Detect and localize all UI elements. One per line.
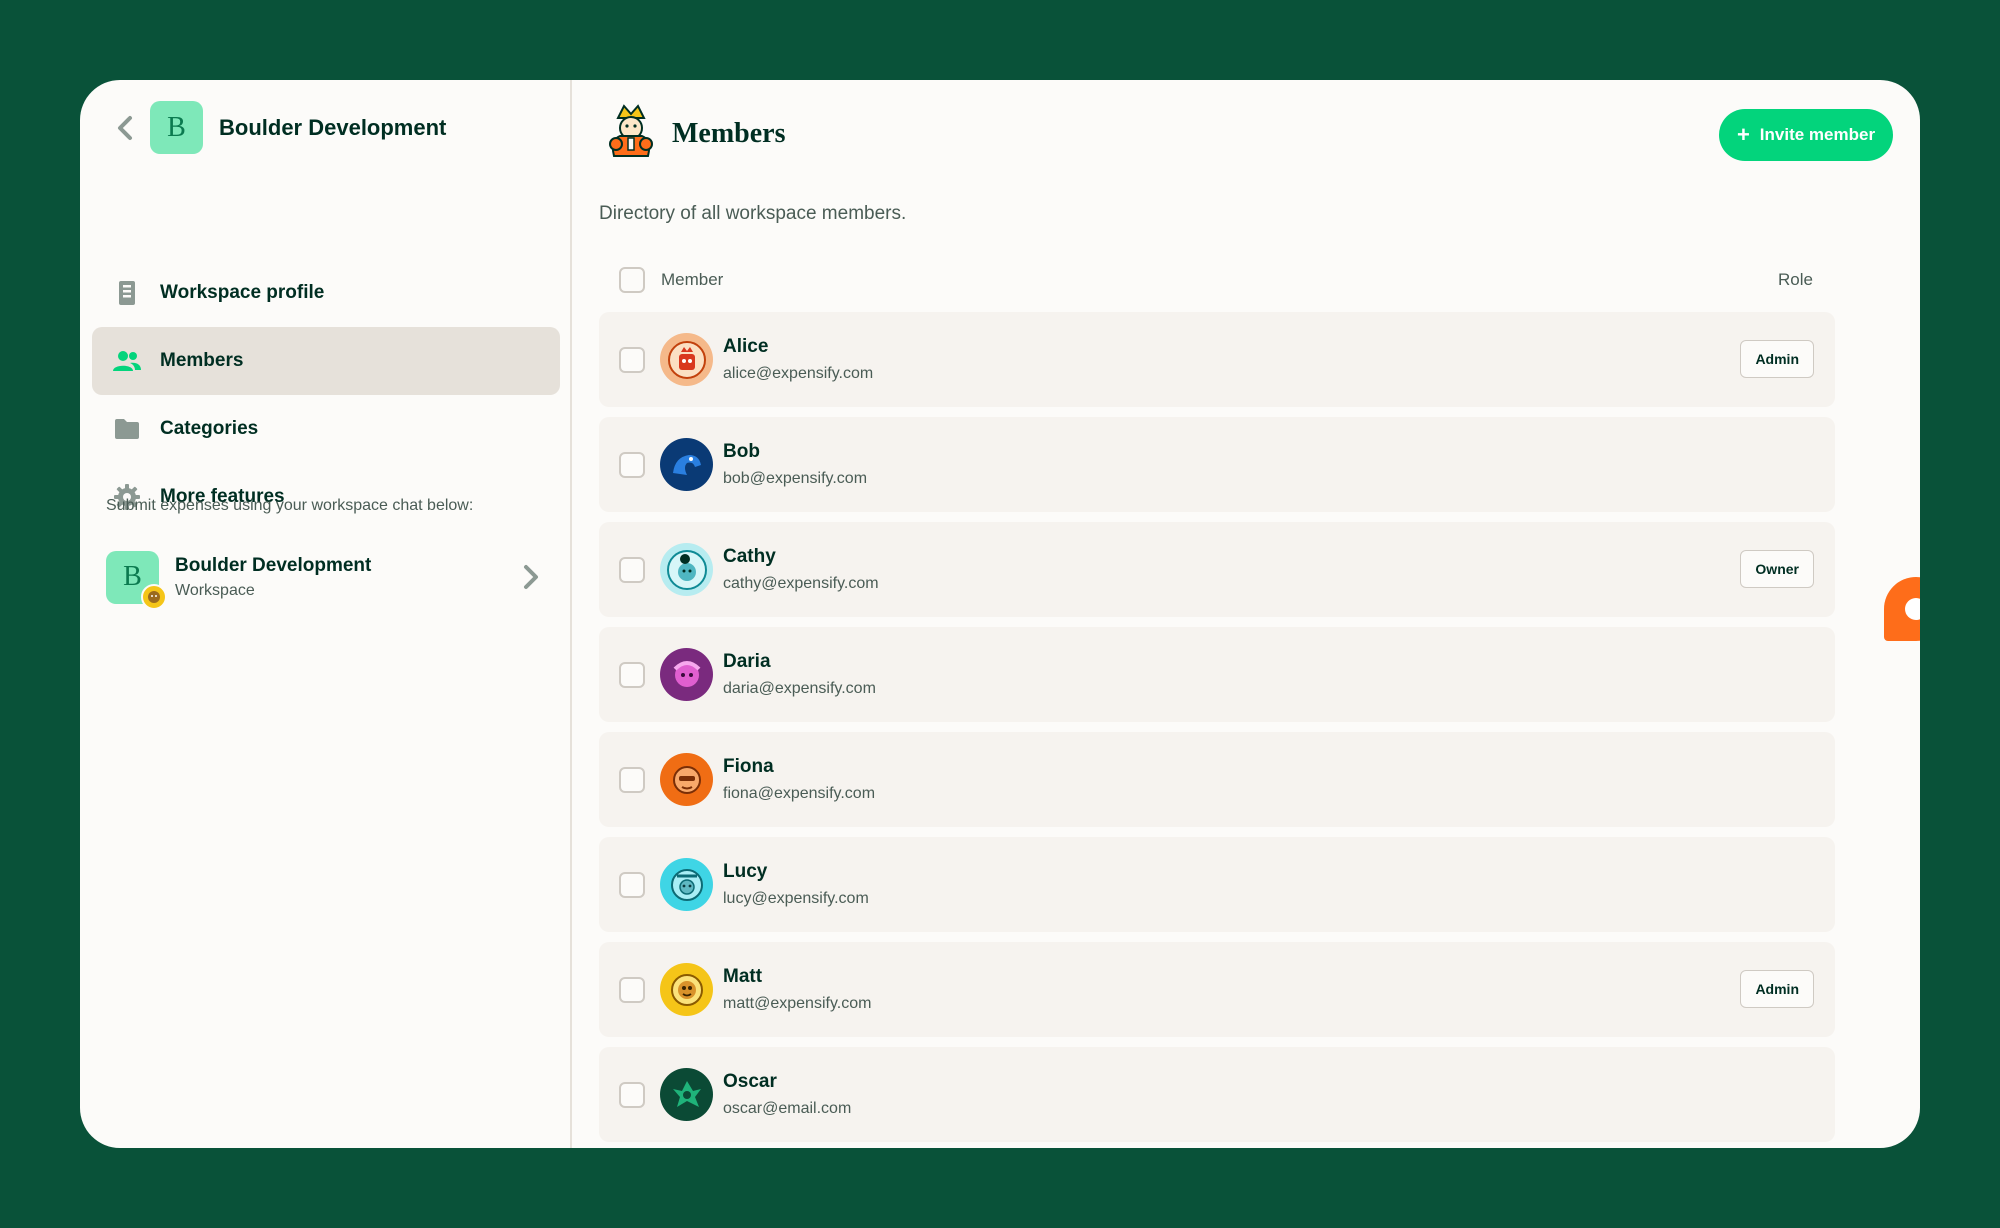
member-email: bob@expensify.com: [723, 470, 868, 487]
members-illustration-icon: [604, 103, 658, 165]
sidebar: B Boulder Development Workspace profile: [80, 80, 572, 1148]
member-email: alice@expensify.com: [723, 365, 874, 382]
member-checkbox[interactable]: [619, 556, 645, 583]
sidebar-nav: Workspace profile Members Categories Mor…: [92, 259, 560, 531]
folder-icon: [112, 414, 142, 444]
workspace-chat-text: Boulder Development Workspace: [175, 555, 516, 600]
avatar: [660, 858, 713, 911]
sidebar-item-label: Workspace profile: [160, 282, 325, 303]
chevron-right-icon: [516, 564, 546, 590]
member-email: daria@expensify.com: [723, 680, 876, 697]
member-name: Fiona: [723, 756, 774, 777]
avatar: [660, 963, 713, 1016]
member-info: Oscar oscar@email.com: [723, 1071, 851, 1118]
select-all-checkbox[interactable]: [619, 267, 645, 293]
workspace-chat-avatar: B: [106, 550, 167, 610]
table-header: Member Role: [599, 264, 1835, 296]
member-row[interactable]: Bob bob@expensify.com: [599, 417, 1835, 512]
plus-icon: +: [1736, 122, 1750, 147]
sidebar-item-members[interactable]: Members: [92, 327, 560, 395]
member-checkbox[interactable]: [619, 661, 645, 688]
role-badge: Admin: [1740, 340, 1814, 378]
workspace-name: Boulder Development: [219, 114, 447, 140]
invite-member-label: Invite member: [1759, 125, 1876, 144]
member-name: Matt: [723, 966, 763, 987]
avatar: [660, 333, 713, 386]
member-email: cathy@expensify.com: [723, 575, 879, 592]
workspace-chat-initial: B: [123, 561, 142, 592]
workspace-header: B Boulder Development: [108, 101, 446, 154]
member-name: Alice: [723, 336, 769, 357]
member-row[interactable]: Daria daria@expensify.com: [599, 627, 1835, 722]
member-email: matt@expensify.com: [723, 995, 872, 1012]
member-name: Cathy: [723, 546, 776, 567]
member-row[interactable]: Cathy cathy@expensify.com Owner: [599, 522, 1835, 617]
member-info: Alice alice@expensify.com: [723, 336, 873, 383]
member-checkbox[interactable]: [619, 451, 645, 478]
building-icon: [112, 278, 142, 308]
column-header-role: Role: [1778, 270, 1813, 289]
page-description: Directory of all workspace members.: [599, 203, 907, 224]
member-info: Bob bob@expensify.com: [723, 441, 867, 488]
avatar: [660, 753, 713, 806]
chat-hint-text: Submit expenses using your workspace cha…: [106, 497, 474, 514]
avatar: [660, 543, 713, 596]
page-title: Members: [672, 118, 786, 149]
member-name: Bob: [723, 441, 760, 462]
members-list: Alice alice@expensify.com Admin Bob bob@…: [599, 312, 1835, 1148]
avatar: [660, 1068, 713, 1121]
sidebar-item-categories[interactable]: Categories: [92, 395, 560, 463]
member-row[interactable]: Alice alice@expensify.com Admin: [599, 312, 1835, 407]
user-avatar-small: [141, 583, 167, 610]
page-header: Members: [604, 103, 786, 165]
column-header-member: Member: [661, 270, 724, 289]
sidebar-item-label: Categories: [160, 418, 259, 439]
member-email: lucy@expensify.com: [723, 890, 869, 907]
member-name: Daria: [723, 651, 771, 672]
member-name: Oscar: [723, 1071, 777, 1092]
workspace-chat-link[interactable]: B Boulder Development Workspace: [106, 548, 546, 610]
app-window: B Boulder Development Workspace profile: [80, 80, 1920, 1148]
workspace-avatar: B: [150, 101, 203, 154]
workspace-chat-subtitle: Workspace: [175, 581, 255, 599]
role-badge: Owner: [1740, 550, 1814, 588]
member-checkbox[interactable]: [619, 1081, 645, 1108]
member-info: Matt matt@expensify.com: [723, 966, 871, 1013]
member-info: Lucy lucy@expensify.com: [723, 861, 869, 908]
member-email: fiona@expensify.com: [723, 785, 876, 802]
member-row[interactable]: Matt matt@expensify.com Admin: [599, 942, 1835, 1037]
member-checkbox[interactable]: [619, 871, 645, 898]
chat-bubble-icon: [1905, 598, 1920, 620]
users-icon: [112, 346, 142, 376]
sidebar-item-label: Members: [160, 350, 244, 371]
member-row[interactable]: Fiona fiona@expensify.com: [599, 732, 1835, 827]
member-info: Cathy cathy@expensify.com: [723, 546, 879, 593]
member-checkbox[interactable]: [619, 766, 645, 793]
member-email: oscar@email.com: [723, 1100, 852, 1117]
member-info: Fiona fiona@expensify.com: [723, 756, 875, 803]
member-name: Lucy: [723, 861, 768, 882]
main-panel: Members + Invite member Directory of all…: [572, 80, 1920, 1148]
back-button[interactable]: [108, 101, 142, 154]
member-checkbox[interactable]: [619, 976, 645, 1003]
member-info: Daria daria@expensify.com: [723, 651, 876, 698]
member-row[interactable]: Oscar oscar@email.com: [599, 1047, 1835, 1142]
invite-member-button[interactable]: + Invite member: [1719, 109, 1893, 161]
chevron-left-icon: [118, 115, 132, 140]
role-badge: Admin: [1740, 970, 1814, 1008]
workspace-chat-title: Boulder Development: [175, 554, 372, 576]
avatar: [660, 648, 713, 701]
member-row[interactable]: Lucy lucy@expensify.com: [599, 837, 1835, 932]
avatar: [660, 438, 713, 491]
sidebar-item-workspace-profile[interactable]: Workspace profile: [92, 259, 560, 327]
member-checkbox[interactable]: [619, 346, 645, 373]
